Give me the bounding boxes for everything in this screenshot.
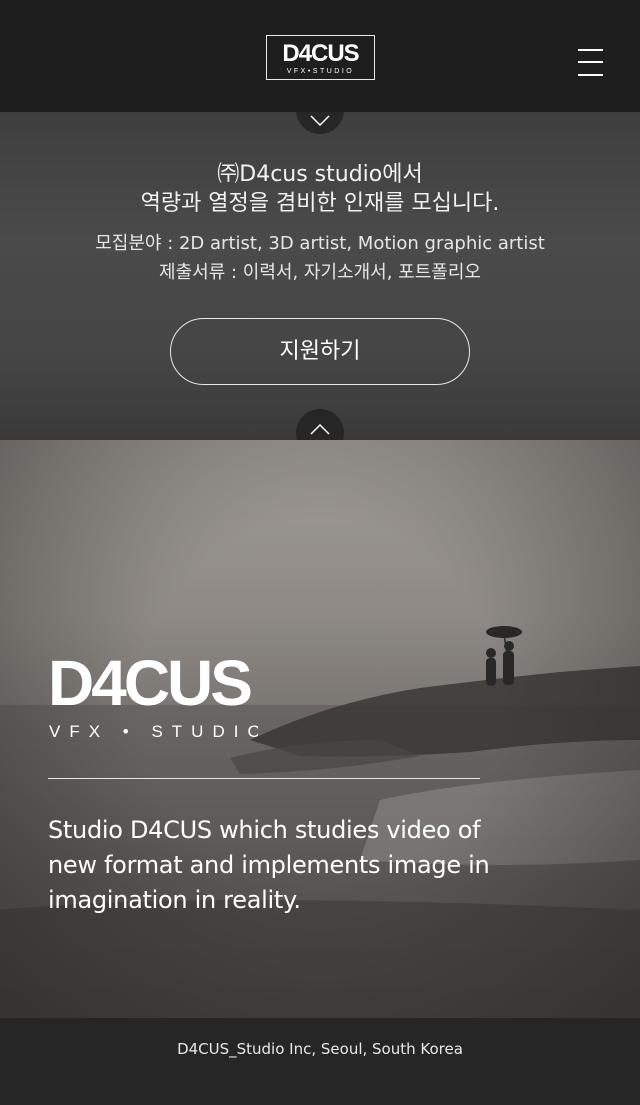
recruit-title-line2: 역량과 열정을 겸비한 인재를 모십니다. (140, 191, 500, 216)
recruit-info: 모집분야 : 2D artist, 3D artist, Motion grap… (0, 229, 640, 287)
recruit-title: ㈜D4cus studio에서 역량과 열정을 겸비한 인재를 모십니다. (0, 160, 640, 218)
site-header: D4CUS VFX•STUDIO (0, 0, 640, 112)
recruit-section: ㈜D4cus studio에서 역량과 열정을 겸비한 인재를 모십니다. 모집… (0, 86, 640, 457)
tagline-line1: Studio D4CUS which studies video of (48, 816, 481, 844)
brand-logo: D4CUS VFX • STUDIO (48, 647, 258, 739)
header-logo[interactable]: D4CUS VFX•STUDIO (266, 35, 375, 80)
chevron-down-icon (310, 115, 330, 127)
brand-logo-main: D4CUS (48, 647, 251, 719)
logo-sub-text: VFX•STUDIO (286, 68, 355, 75)
hero-divider (48, 778, 480, 779)
site-footer: D4CUS_Studio Inc, Seoul, South Korea (0, 1018, 640, 1105)
hero-tagline: Studio D4CUS which studies video of new … (48, 813, 518, 918)
brand-logo-sub: VFX • STUDIO (49, 722, 258, 739)
footer-address: D4CUS_Studio Inc, Seoul, South Korea (177, 1040, 463, 1058)
tagline-line2: new format and implements image in (48, 851, 490, 879)
menu-bar (578, 74, 603, 76)
recruit-title-line1: ㈜D4cus studio에서 (217, 162, 423, 187)
chevron-up-icon (310, 423, 330, 435)
hamburger-menu-icon[interactable] (578, 49, 603, 76)
menu-bar (578, 49, 603, 51)
recruit-field: 모집분야 : 2D artist, 3D artist, Motion grap… (95, 233, 545, 254)
hero-section: D4CUS VFX • STUDIO Studio D4CUS which st… (0, 440, 640, 1018)
tagline-line3: imagination in reality. (48, 886, 301, 914)
logo-main-text: D4CUS (282, 40, 359, 67)
recruit-docs: 제출서류 : 이력서, 자기소개서, 포트폴리오 (159, 262, 481, 283)
menu-bar (578, 61, 603, 63)
apply-button[interactable]: 지원하기 (170, 318, 470, 385)
